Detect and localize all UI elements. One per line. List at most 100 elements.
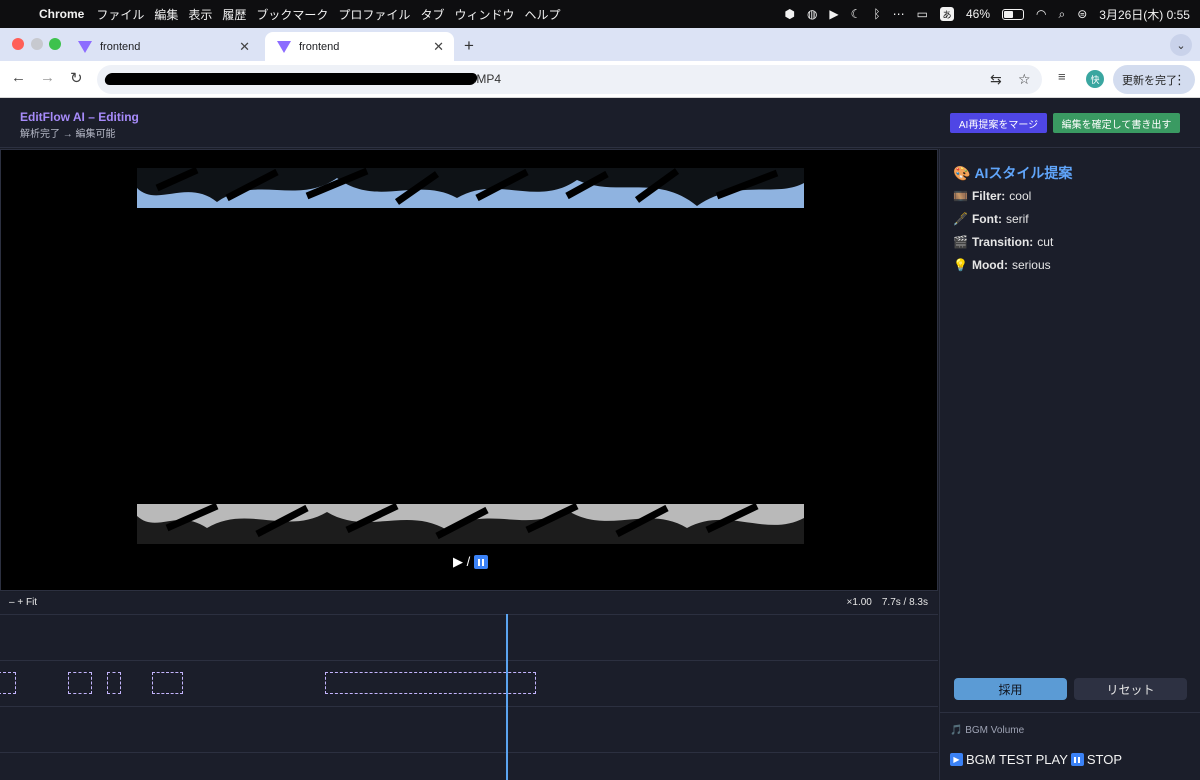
bgm-stop-button[interactable]: STOP xyxy=(1087,752,1122,767)
display-icon[interactable]: ▭ xyxy=(917,7,928,21)
bgm-test-play-button[interactable]: BGM TEST PLAY xyxy=(966,752,1068,767)
prop-filter: 🎞️ Filter: cool xyxy=(953,189,1031,203)
battery-icon[interactable] xyxy=(1002,8,1024,20)
time-readout: 7.7s / 8.3s xyxy=(881,597,928,608)
reload-icon[interactable]: ↻ xyxy=(70,69,83,87)
vite-favicon-icon xyxy=(78,40,92,53)
bgm-volume-label: 🎵 BGM Volume xyxy=(950,725,1025,736)
menu-bookmarks[interactable]: ブックマーク xyxy=(256,6,328,23)
divider xyxy=(940,712,1200,713)
timeline-clip[interactable] xyxy=(0,672,16,694)
close-window-button[interactable] xyxy=(12,38,24,50)
macos-menubar: Chrome ファイル 編集 表示 履歴 ブックマーク プロファイル タブ ウィ… xyxy=(0,0,1200,28)
video-preview[interactable]: ▶ / xyxy=(0,149,938,591)
menu-edit[interactable]: 編集 xyxy=(154,6,178,23)
menubar-clock[interactable]: 3月26日(木) 0:55 xyxy=(1099,6,1190,23)
prop-label: Font: xyxy=(971,212,1002,226)
bookmark-star-icon[interactable]: ☆ xyxy=(1018,71,1031,88)
apply-button[interactable]: 採用 xyxy=(954,678,1067,700)
zoom-controls[interactable]: – + Fit xyxy=(9,597,37,608)
spotlight-search-icon[interactable]: ⌕ xyxy=(1058,7,1065,22)
prop-mood: 💡 Mood: serious xyxy=(953,258,1051,272)
prop-transition: 🎬 Transition: cut xyxy=(953,235,1053,249)
panel-title: 🎨 AIスタイル提案 xyxy=(953,163,1072,183)
tab-title: frontend xyxy=(100,40,141,53)
play-circle-icon[interactable]: ▶ xyxy=(829,7,838,21)
timeline-track-2[interactable] xyxy=(0,660,938,706)
ai-style-panel: 🎨 AIスタイル提案 🎞️ Filter: cool 🖋️ Font: seri… xyxy=(939,149,1200,780)
timeline-clip[interactable] xyxy=(152,672,183,694)
timeline-clip[interactable] xyxy=(68,672,92,694)
zoom-window-button[interactable] xyxy=(49,38,61,50)
vite-favicon-icon xyxy=(277,40,291,53)
menu-view[interactable]: 表示 xyxy=(188,6,212,23)
more-menu-icon[interactable]: ⋮ xyxy=(1173,72,1186,88)
forward-arrow-icon[interactable]: → xyxy=(40,69,55,86)
play-icon[interactable]: ▶ xyxy=(950,753,963,766)
timeline-clip[interactable] xyxy=(107,672,121,694)
tab-frontend-1[interactable]: frontend ✕ xyxy=(66,32,260,61)
pause-icon[interactable] xyxy=(474,555,489,569)
address-bar[interactable]: .MP4 ⇆ ☆ xyxy=(97,65,1042,94)
menu-tab[interactable]: タブ xyxy=(420,6,444,23)
video-frame-image xyxy=(137,168,804,544)
wifi-icon[interactable]: ◠ xyxy=(1036,7,1046,21)
redacted-url xyxy=(103,73,479,85)
menu-help[interactable]: ヘルプ xyxy=(524,6,560,23)
update-label: 更新を完了 xyxy=(1122,74,1177,87)
menu-file[interactable]: ファイル xyxy=(96,6,144,23)
playback-rate: ×1.00 xyxy=(846,597,872,608)
lightbulb-icon: 💡 xyxy=(953,258,968,272)
menu-history[interactable]: 履歴 xyxy=(222,6,246,23)
timeline-clip[interactable] xyxy=(325,672,536,694)
play-pause-label: ▶ / xyxy=(453,554,471,569)
reset-button[interactable]: リセット xyxy=(1074,678,1187,700)
timeline-track-3[interactable] xyxy=(0,706,938,752)
moon-icon[interactable]: ☾ xyxy=(851,7,862,21)
package-icon[interactable]: ⬢ xyxy=(784,7,794,21)
menubar-app-name[interactable]: Chrome xyxy=(39,7,84,21)
bluetooth-icon[interactable]: ᛒ xyxy=(873,7,880,21)
media-queue-icon[interactable]: ≡ xyxy=(1058,69,1066,84)
pen-icon: 🖋️ xyxy=(953,212,968,226)
minimize-window-button[interactable] xyxy=(31,38,43,50)
close-tab-icon[interactable]: ✕ xyxy=(433,39,444,55)
menu-profiles[interactable]: プロファイル xyxy=(338,6,410,23)
browser-toolbar: ← → ↻ .MP4 ⇆ ☆ ≡ 快 更新を完了 ⋮ xyxy=(0,61,1200,98)
prop-value: serious xyxy=(1011,258,1051,272)
back-arrow-icon[interactable]: ← xyxy=(11,69,26,86)
close-tab-icon[interactable]: ✕ xyxy=(239,39,250,55)
app-status: 解析完了 → 編集可能 xyxy=(20,129,116,140)
clapper-icon: 🎬 xyxy=(953,235,968,249)
translate-icon[interactable]: ⇆ xyxy=(990,71,1002,88)
pause-icon[interactable] xyxy=(1070,753,1084,766)
merge-ai-suggestion-button[interactable]: AI再提案をマージ xyxy=(950,113,1047,133)
prop-label: Mood: xyxy=(971,258,1008,272)
film-icon: 🎞️ xyxy=(953,189,968,203)
tab-title: frontend xyxy=(299,40,340,53)
input-method-indicator[interactable]: あ xyxy=(939,7,954,21)
timeline-zoom-bar: – + Fit ×1.00 7.7s / 8.3s xyxy=(0,592,938,614)
new-tab-icon[interactable]: + xyxy=(464,36,474,56)
chat-icon[interactable]: ◍ xyxy=(807,7,817,21)
url-text: .MP4 xyxy=(473,72,502,86)
menu-window[interactable]: ウィンドウ xyxy=(454,6,514,23)
timeline-track-4[interactable] xyxy=(0,752,938,780)
update-button[interactable]: 更新を完了 ⋮ xyxy=(1113,65,1195,94)
prop-value: serif xyxy=(1005,212,1029,226)
tab-frontend-2[interactable]: frontend ✕ xyxy=(265,32,454,61)
tab-search-chevron-icon[interactable]: ⌄ xyxy=(1170,34,1192,56)
battery-percent: 46% xyxy=(965,7,990,21)
control-center-icon[interactable]: ⊜ xyxy=(1077,7,1087,21)
playhead[interactable] xyxy=(506,614,508,780)
bgm-controls: ▶ BGM TEST PLAY STOP xyxy=(950,752,1122,767)
app-header: EditFlow AI – Editing 解析完了 → 編集可能 AI再提案を… xyxy=(0,98,1200,148)
confirm-export-button[interactable]: 編集を確定して書き出す xyxy=(1053,113,1180,133)
prop-value: cut xyxy=(1037,235,1054,249)
stats-icon[interactable]: ⋯ xyxy=(893,7,905,21)
timeline[interactable] xyxy=(0,614,938,780)
play-pause-control[interactable]: ▶ / xyxy=(453,554,489,570)
profile-avatar[interactable]: 快 xyxy=(1086,70,1104,88)
prop-label: Transition: xyxy=(971,235,1034,249)
timeline-track-1[interactable] xyxy=(0,614,938,660)
